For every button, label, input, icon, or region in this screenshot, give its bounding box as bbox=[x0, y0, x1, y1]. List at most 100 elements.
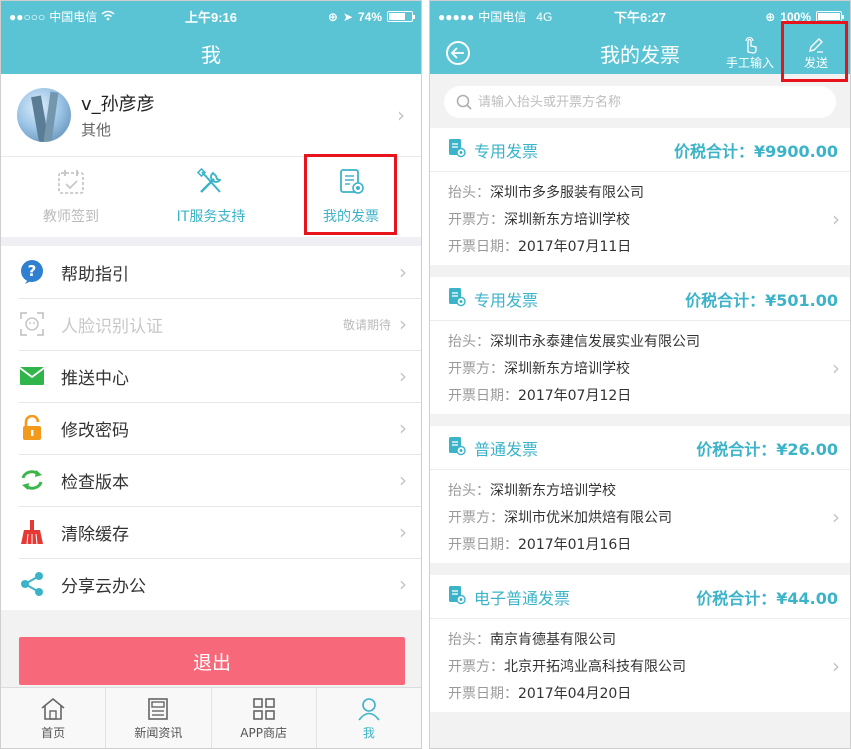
chevron-right-icon: › bbox=[832, 653, 840, 678]
total-label: 价税合计： bbox=[673, 141, 754, 161]
tab-label: 新闻资讯 bbox=[134, 725, 183, 740]
manual-input-button[interactable]: 手工输入 bbox=[720, 32, 780, 74]
invoice-issuer-value: 北京开拓鸿业高科技有限公司 bbox=[504, 658, 686, 675]
chevron-right-icon: › bbox=[832, 355, 840, 380]
profile-row[interactable]: v_孙彦彦 其他 › bbox=[1, 74, 421, 157]
date-key: 开票日期： bbox=[448, 685, 518, 702]
battery-fill bbox=[389, 13, 405, 20]
mail-icon bbox=[19, 363, 45, 389]
invoice-type: 专用发票 bbox=[474, 141, 539, 161]
invoice-list: 专用发票 价税合计：¥9900.00 抬头： 深圳市多多服装有限公司 开票方： 深圳新东方… bbox=[430, 128, 850, 712]
invoice-type: 普通发票 bbox=[474, 439, 539, 459]
date-key: 开票日期： bbox=[448, 536, 518, 553]
chevron-right-icon: › bbox=[399, 572, 407, 596]
chevron-right-icon: › bbox=[399, 468, 407, 492]
calendar-check-icon bbox=[56, 168, 86, 200]
invoice-details: 抬头： 深圳新东方培训学校 开票方： 深圳市优米加烘焙有限公司 开票日期： 2017年01… bbox=[430, 470, 850, 563]
invoice-card[interactable]: 电子普通发票 价税合计：¥44.00 抬头： 南京肯德基有限公司 开票方： 北京开拓鸿业高… bbox=[430, 575, 850, 712]
issuer-key: 开票方： bbox=[448, 211, 504, 228]
total-label: 价税合计： bbox=[696, 588, 777, 608]
right-screen: ●●●●● 中国电信 4G 下午6:27 ⊕ 100% 我的发票 手工输入 发送 bbox=[429, 0, 851, 749]
menu-item-check-version[interactable]: 检查版本 › bbox=[1, 454, 421, 506]
chevron-right-icon: › bbox=[399, 364, 407, 388]
invoice-header-value: 深圳市多多服装有限公司 bbox=[490, 184, 644, 201]
total-amount: ¥26.00 bbox=[776, 439, 838, 459]
page-title: 我 bbox=[201, 44, 221, 67]
menu-item-clear-cache[interactable]: 清除缓存 › bbox=[1, 506, 421, 558]
tab-news[interactable]: 新闻资讯 bbox=[106, 688, 212, 748]
tab-bar: 首页 新闻资讯 APP商店 我 bbox=[1, 687, 421, 748]
manual-input-label: 手工输入 bbox=[725, 55, 774, 70]
menu-item-face-auth[interactable]: 人脸识别认证 敬请期待 › bbox=[1, 298, 421, 350]
menu-label: 分享云办公 bbox=[61, 576, 146, 597]
highlight-box bbox=[781, 21, 848, 82]
battery-percent: 74% bbox=[357, 9, 382, 24]
refresh-icon bbox=[19, 467, 45, 493]
menu-label: 清除缓存 bbox=[61, 524, 129, 545]
issuer-key: 开票方： bbox=[448, 360, 504, 377]
invoice-card[interactable]: 专用发票 价税合计：¥501.00 抬头： 深圳市永泰建信发展实业有限公司 开票方： 深圳… bbox=[430, 277, 850, 414]
invoice-icon bbox=[448, 287, 466, 311]
left-screen: ●●○○○ 中国电信 上午9:16 ⊕ ➤ 74% 我 v_孙彦彦 其他 › 教… bbox=[0, 0, 422, 749]
invoice-type: 专用发票 bbox=[474, 290, 539, 310]
invoice-icon bbox=[448, 436, 466, 460]
chevron-right-icon: › bbox=[397, 103, 405, 127]
status-bar: ●●○○○ 中国电信 上午9:16 ⊕ ➤ 74% bbox=[1, 1, 421, 32]
tab-label: APP商店 bbox=[240, 725, 287, 740]
tab-home[interactable]: 首页 bbox=[1, 688, 107, 748]
menu-item-share[interactable]: 分享云办公 › bbox=[1, 558, 421, 610]
carrier-label: 中国电信 bbox=[49, 10, 98, 24]
carrier-label: 中国电信 bbox=[478, 10, 527, 24]
back-button[interactable] bbox=[446, 41, 470, 65]
shortcut-label: 教师签到 bbox=[43, 209, 99, 225]
share-icon bbox=[19, 571, 45, 597]
invoice-date-value: 2017年07月12日 bbox=[518, 387, 632, 404]
menu-label: 帮助指引 bbox=[61, 264, 129, 285]
tab-app-store[interactable]: APP商店 bbox=[212, 688, 317, 748]
tab-me[interactable]: 我 bbox=[317, 688, 421, 748]
total-amount: ¥9900.00 bbox=[753, 141, 838, 161]
shortcut-label: IT服务支持 bbox=[176, 209, 246, 225]
invoice-details: 抬头： 深圳市多多服装有限公司 开票方： 深圳新东方培训学校 开票日期： 2017年07月… bbox=[430, 172, 850, 265]
invoice-issuer-value: 深圳新东方培训学校 bbox=[504, 211, 630, 228]
svg-text:?: ? bbox=[28, 262, 37, 280]
search-bar[interactable] bbox=[444, 86, 836, 118]
battery-icon bbox=[387, 11, 415, 22]
lock-icon bbox=[19, 415, 45, 441]
chevron-right-icon: › bbox=[399, 416, 407, 440]
invoice-card[interactable]: 普通发票 价税合计：¥26.00 抬头： 深圳新东方培训学校 开票方： 深圳市优米加烘焙有… bbox=[430, 426, 850, 563]
header-key: 抬头： bbox=[448, 184, 490, 201]
person-icon bbox=[357, 696, 381, 722]
coming-soon-note: 敬请期待 bbox=[342, 317, 391, 332]
signal-icon: ●●●●● bbox=[438, 9, 475, 24]
battery-fill bbox=[818, 13, 840, 20]
invoice-date-value: 2017年01月16日 bbox=[518, 536, 632, 553]
search-input[interactable] bbox=[478, 94, 824, 110]
avatar bbox=[17, 88, 71, 142]
invoice-header-value: 深圳市永泰建信发展实业有限公司 bbox=[490, 333, 700, 350]
tab-label: 首页 bbox=[41, 725, 66, 740]
total-label: 价税合计： bbox=[696, 439, 777, 459]
home-icon bbox=[40, 696, 66, 722]
total-label: 价税合计： bbox=[685, 290, 766, 310]
chevron-right-icon: › bbox=[399, 520, 407, 544]
shortcut-teacher-checkin[interactable]: 教师签到 bbox=[1, 157, 141, 237]
rotation-lock-icon: ⊕ bbox=[765, 9, 776, 24]
invoice-icon bbox=[448, 585, 466, 609]
network-label: 4G bbox=[536, 9, 553, 24]
invoice-card[interactable]: 专用发票 价税合计：¥9900.00 抬头： 深圳市多多服装有限公司开票方： 深圳新东方… bbox=[430, 128, 850, 265]
menu-item-change-password[interactable]: 修改密码 › bbox=[1, 402, 421, 454]
shortcut-it-support[interactable]: IT服务支持 bbox=[141, 157, 281, 237]
invoice-date-value: 2017年04月20日 bbox=[518, 685, 632, 702]
logout-button[interactable]: 退出 bbox=[19, 637, 405, 685]
invoice-header-row: 普通发票 价税合计：¥26.00 bbox=[430, 426, 850, 470]
menu-item-push-center[interactable]: 推送中心 › bbox=[1, 350, 421, 402]
invoice-type: 电子普通发票 bbox=[474, 588, 571, 608]
header-key: 抬头： bbox=[448, 333, 490, 350]
tab-label: 我 bbox=[362, 725, 375, 740]
menu-label: 修改密码 bbox=[61, 420, 129, 441]
date-key: 开票日期： bbox=[448, 238, 518, 255]
issuer-key: 开票方： bbox=[448, 509, 504, 526]
header-key: 抬头： bbox=[448, 631, 490, 648]
menu-item-help[interactable]: ? 帮助指引 › bbox=[1, 246, 421, 298]
